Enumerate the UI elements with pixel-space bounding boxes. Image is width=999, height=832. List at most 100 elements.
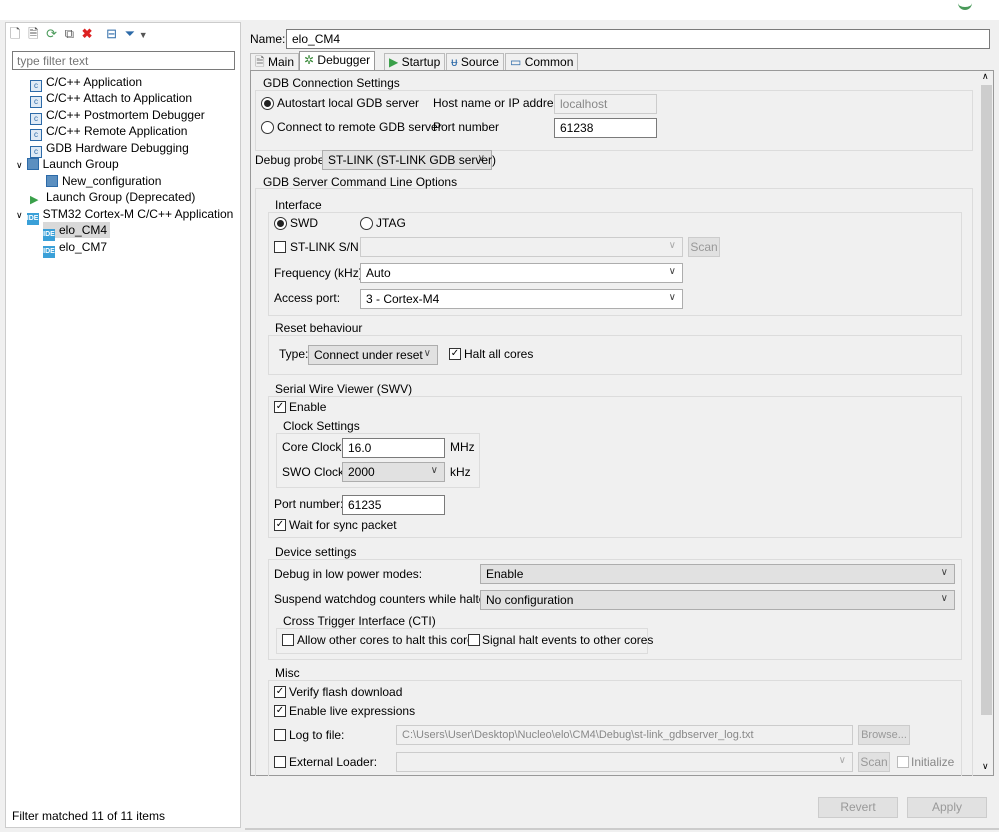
external-loader-checkbox[interactable]: [274, 756, 286, 768]
core-clock-input[interactable]: 16.0: [342, 438, 445, 458]
scroll-down-icon[interactable]: ∨: [982, 761, 989, 772]
group-title: GDB Server Command Line Options: [263, 175, 458, 189]
tree-item[interactable]: ∨ IDE STM32 Cortex-M C/C++ Application: [16, 206, 233, 225]
expand-chevron-icon[interactable]: ∨: [16, 160, 23, 170]
port-label: Port number: [433, 120, 500, 134]
wait-sync-label: Wait for sync packet: [289, 518, 397, 532]
swv-enable-checkbox[interactable]: ✓: [274, 401, 286, 413]
tree-item[interactable]: IDE elo_CM7: [43, 239, 108, 258]
group-title: Cross Trigger Interface (CTI): [283, 614, 436, 628]
duplicate-icon[interactable]: ⧉: [65, 26, 74, 41]
tree-item[interactable]: c C/C++ Attach to Application: [30, 90, 193, 108]
cti-signal-checkbox[interactable]: [468, 634, 480, 646]
remote-radio[interactable]: [261, 121, 274, 134]
expand-chevron-icon[interactable]: ∨: [16, 210, 23, 220]
export-icon[interactable]: ⟳: [46, 26, 57, 41]
tab-source[interactable]: ᵾ Source: [446, 53, 504, 71]
tab-label: Common: [524, 55, 574, 69]
group-title: Device settings: [275, 545, 357, 559]
tab-common[interactable]: ▭ Common: [505, 53, 579, 71]
log-file-input[interactable]: C:\Users\User\Desktop\Nucleo\elo\CM4\Deb…: [396, 725, 853, 745]
browse-button[interactable]: Browse...: [858, 725, 910, 745]
port-input[interactable]: 61238: [554, 118, 657, 138]
log-to-file-label: Log to file:: [289, 728, 345, 742]
frequency-select[interactable]: Auto ∨: [360, 263, 683, 283]
watchdog-select[interactable]: No configuration ∨: [480, 590, 955, 610]
tree-item-selected[interactable]: IDE elo_CM4: [43, 222, 111, 241]
jtag-radio[interactable]: [360, 217, 373, 230]
filter-icon[interactable]: ⏷: [125, 26, 135, 41]
select-value: Enable: [486, 567, 524, 581]
wait-sync-checkbox[interactable]: ✓: [274, 519, 286, 531]
scan-loader-button[interactable]: Scan: [858, 752, 890, 772]
swd-radio[interactable]: [274, 217, 287, 230]
vertical-scrollbar[interactable]: ∧ ∨: [980, 71, 993, 775]
tree-item[interactable]: c GDB Hardware Debugging: [30, 140, 189, 158]
low-power-select[interactable]: Enable ∨: [480, 564, 955, 584]
stlink-sn-checkbox[interactable]: [274, 241, 286, 253]
swv-port-input[interactable]: 61235: [342, 495, 445, 515]
tree-item-label: Launch Group (Deprecated): [46, 190, 196, 204]
delete-icon[interactable]: ✖: [82, 26, 93, 41]
name-label: Name:: [250, 32, 286, 46]
verify-flash-checkbox[interactable]: ✓: [274, 686, 286, 698]
stlink-sn-select[interactable]: ∨: [360, 237, 683, 257]
swo-clock-label: SWO Clock:: [282, 465, 348, 479]
new-config-icon[interactable]: 🗋: [10, 26, 20, 41]
tree-item[interactable]: ▶ Launch Group (Deprecated): [30, 189, 196, 206]
initialize-checkbox[interactable]: [897, 756, 909, 768]
filter-input[interactable]: [12, 51, 235, 70]
chevron-down-icon: ∨: [430, 465, 438, 476]
group-title: Misc: [275, 666, 300, 680]
collapse-all-icon[interactable]: ⊟: [106, 26, 117, 41]
log-to-file-checkbox[interactable]: [274, 729, 286, 741]
tab-debugger[interactable]: ✲ Debugger: [299, 51, 376, 71]
play-icon: ▶: [30, 194, 39, 206]
jtag-label: JTAG: [376, 216, 406, 230]
scroll-up-icon[interactable]: ∧: [982, 71, 989, 82]
revert-button[interactable]: Revert: [818, 797, 898, 818]
tree-item[interactable]: New_configuration: [46, 173, 161, 189]
group-title: GDB Connection Settings: [263, 76, 400, 90]
external-loader-select[interactable]: ∨: [396, 752, 853, 772]
ide-icon: IDE: [43, 246, 55, 258]
debug-probe-label: Debug probe: [255, 153, 325, 167]
tree-item-label: elo_CM7: [59, 240, 108, 254]
ide-icon: IDE: [26, 213, 39, 225]
tab-startup[interactable]: ▶ Startup: [384, 53, 446, 71]
select-value: 2000: [348, 465, 375, 479]
swo-clock-unit: kHz: [450, 465, 471, 479]
cti-allow-checkbox[interactable]: [282, 634, 294, 646]
apply-button[interactable]: Apply: [907, 797, 987, 818]
reset-type-select[interactable]: Connect under reset ∨: [308, 345, 438, 365]
live-expressions-checkbox[interactable]: ✓: [274, 705, 286, 717]
tab-label: Startup: [401, 55, 441, 69]
debug-probe-select[interactable]: ST-LINK (ST-LINK GDB server) ∨: [322, 150, 496, 170]
halt-all-cores-checkbox[interactable]: ✓: [449, 348, 461, 360]
tree-item-label: C/C++ Attach to Application: [46, 91, 193, 105]
name-input[interactable]: elo_CM4: [286, 29, 990, 49]
select-value: ST-LINK (ST-LINK GDB server): [328, 153, 497, 167]
tree-item[interactable]: ∨ Launch Group: [16, 156, 119, 172]
scrollbar-thumb[interactable]: [981, 85, 992, 715]
group-title: Interface: [275, 198, 322, 212]
initialize-label: Initialize: [911, 755, 955, 769]
dropdown-chevron-icon[interactable]: ▼: [139, 30, 148, 40]
tree-item[interactable]: c C/C++ Application: [30, 74, 142, 92]
bug-icon: ✲: [304, 53, 315, 67]
chevron-down-icon: ∨: [668, 240, 676, 251]
select-value: Auto: [366, 266, 391, 280]
remote-label: Connect to remote GDB server: [277, 120, 442, 134]
swv-enable-label: Enable: [289, 400, 327, 414]
tab-main[interactable]: 🗎 Main: [250, 53, 300, 71]
host-input[interactable]: localhost: [554, 94, 657, 114]
scan-sn-button[interactable]: Scan: [688, 237, 720, 257]
swo-clock-select[interactable]: 2000 ∨: [342, 462, 445, 482]
tree-item[interactable]: c C/C++ Postmortem Debugger: [30, 107, 205, 125]
access-port-select[interactable]: 3 - Cortex-M4 ∨: [360, 289, 683, 309]
tree-item[interactable]: c C/C++ Remote Application: [30, 123, 187, 141]
launch-group-icon: [26, 158, 39, 170]
autostart-radio[interactable]: [261, 97, 274, 110]
watchdog-label: Suspend watchdog counters while halted:: [274, 592, 496, 606]
new-prototype-icon[interactable]: 🗎: [28, 26, 38, 41]
